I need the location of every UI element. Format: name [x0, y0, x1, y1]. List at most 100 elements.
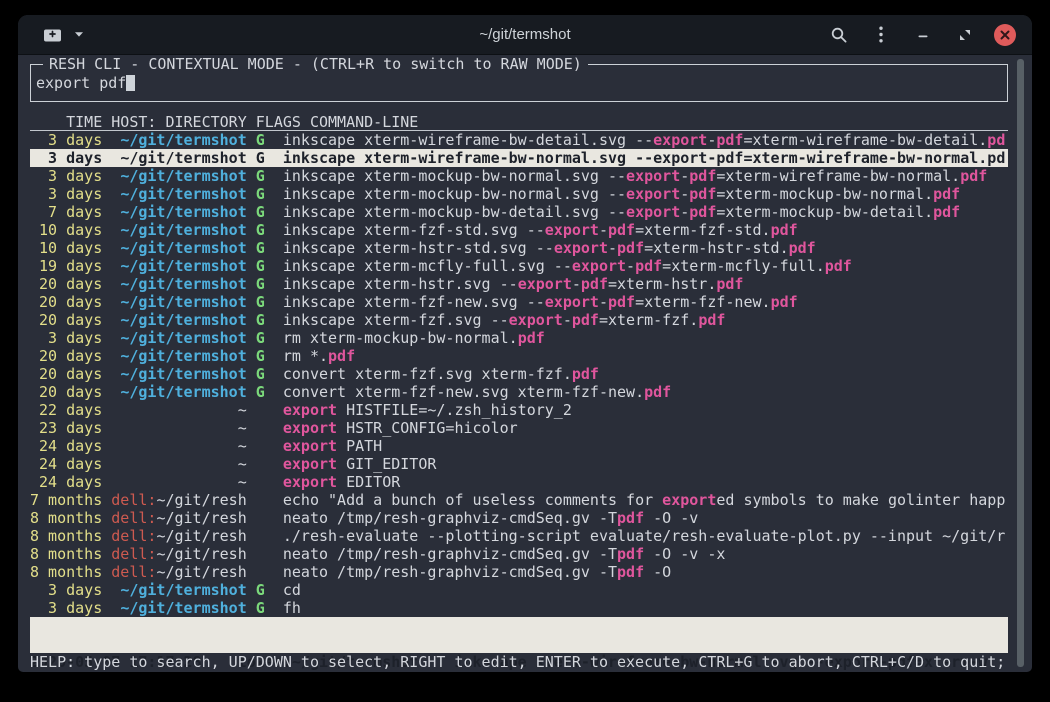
history-row[interactable]: 22 days ~ export HISTFILE=~/.zsh_history…	[30, 401, 1008, 419]
history-row[interactable]: 19 days ~/git/termshot G inkscape xterm-…	[30, 257, 1008, 275]
row-directory: ~/git/resh	[156, 527, 246, 545]
row-time: 20 days	[30, 347, 102, 365]
row-time: 20 days	[30, 311, 102, 329]
restore-button[interactable]	[952, 21, 978, 49]
search-match: pdf	[572, 311, 599, 329]
history-row[interactable]: 8 months dell:~/git/resh neato /tmp/resh…	[30, 545, 1008, 563]
history-row[interactable]: 20 days ~/git/termshot G inkscape xterm-…	[30, 293, 1008, 311]
row-git-flag: G	[256, 311, 265, 329]
history-row[interactable]: 8 months dell:~/git/resh neato /tmp/resh…	[30, 509, 1008, 527]
search-match: pdf	[328, 347, 355, 365]
row-command: neato /tmp/resh-graphviz-cmdSeq.gv -Tpdf…	[283, 563, 671, 581]
row-directory: ~	[238, 419, 247, 437]
history-row[interactable]: 23 days ~ export HSTR_CONFIG=hicolor	[30, 419, 1008, 437]
row-directory: ~/git/termshot	[120, 275, 246, 293]
history-row[interactable]: 3 days ~/git/termshot G inkscape xterm-w…	[30, 131, 1008, 149]
row-git-flag: G	[256, 239, 265, 257]
row-directory: ~/git/termshot	[120, 149, 246, 167]
row-git-flag: G	[256, 365, 265, 383]
row-command: echo "Add a bunch of useless comments fo…	[283, 491, 1005, 509]
row-command: rm *.pdf	[283, 347, 355, 365]
search-match: pdf	[689, 185, 716, 203]
row-command: export EDITOR	[283, 473, 400, 491]
history-row[interactable]: 24 days ~ export GIT_EDITOR	[30, 455, 1008, 473]
history-row[interactable]: 10 days ~/git/termshot G inkscape xterm-…	[30, 221, 1008, 239]
search-match: pdf	[617, 239, 644, 257]
history-row[interactable]: 3 days ~/git/termshot G cd	[30, 581, 1008, 599]
history-row[interactable]: 3 days ~/git/termshot G rm xterm-mockup-…	[30, 329, 1008, 347]
search-match: pdf	[608, 293, 635, 311]
row-git-flag	[256, 437, 265, 455]
search-match: pdf	[608, 221, 635, 239]
history-row[interactable]: 3 days ~/git/termshot G inkscape xterm-m…	[30, 185, 1008, 203]
close-button[interactable]	[994, 24, 1016, 46]
scrollbar[interactable]	[1017, 59, 1024, 667]
row-git-flag	[256, 509, 265, 527]
search-match: pdf	[716, 131, 743, 149]
history-row[interactable]: 8 months dell:~/git/resh neato /tmp/resh…	[30, 563, 1008, 581]
row-git-flag: G	[256, 293, 265, 311]
row-git-flag	[256, 419, 265, 437]
new-tab-dropdown-button[interactable]	[66, 21, 92, 49]
row-time: 20 days	[30, 365, 102, 383]
history-row[interactable]: 8 months dell:~/git/resh ./resh-evaluate…	[30, 527, 1008, 545]
history-row[interactable]: 7 days ~/git/termshot G inkscape xterm-m…	[30, 203, 1008, 221]
row-directory: ~	[238, 473, 247, 491]
row-git-flag: G	[256, 185, 265, 203]
chevron-down-icon	[74, 31, 84, 38]
row-git-flag	[256, 527, 265, 545]
row-directory: ~/git/termshot	[120, 347, 246, 365]
row-command: inkscape xterm-mockup-bw-normal.svg --ex…	[283, 167, 987, 185]
history-row[interactable]: 20 days ~/git/termshot G inkscape xterm-…	[30, 275, 1008, 293]
history-row[interactable]: 20 days ~/git/termshot G rm *.pdf	[30, 347, 1008, 365]
history-row[interactable]: 20 days ~/git/termshot G inkscape xterm-…	[30, 311, 1008, 329]
history-row[interactable]: 10 days ~/git/termshot G inkscape xterm-…	[30, 239, 1008, 257]
search-match: pdf	[689, 203, 716, 221]
row-directory: ~	[238, 455, 247, 473]
search-match: pdf	[689, 167, 716, 185]
row-time: 3 days	[30, 599, 102, 617]
row-host: dell:	[111, 491, 156, 509]
row-directory: ~/git/termshot	[120, 221, 246, 239]
row-time: 3 days	[30, 131, 102, 149]
row-time: 3 days	[30, 167, 102, 185]
row-directory: ~/git/termshot	[120, 185, 246, 203]
new-tab-button[interactable]	[40, 21, 66, 49]
history-list: 3 days ~/git/termshot G inkscape xterm-w…	[30, 131, 1008, 617]
history-row[interactable]: 20 days ~/git/termshot G convert xterm-f…	[30, 365, 1008, 383]
history-row[interactable]: 24 days ~ export PATH	[30, 437, 1008, 455]
row-time: 8 months	[30, 563, 102, 581]
search-match: export	[283, 437, 337, 455]
row-directory: ~	[238, 437, 247, 455]
row-directory: ~	[238, 401, 247, 419]
row-time: 20 days	[30, 293, 102, 311]
row-command: neato /tmp/resh-graphviz-cmdSeq.gv -Tpdf…	[283, 509, 698, 527]
row-time: 22 days	[30, 401, 102, 419]
search-match: export	[554, 239, 608, 257]
menu-button[interactable]	[868, 21, 894, 49]
search-match: pdf	[617, 509, 644, 527]
history-row[interactable]: 20 days ~/git/termshot G convert xterm-f…	[30, 383, 1008, 401]
search-match: export	[283, 401, 337, 419]
history-row[interactable]: 24 days ~ export EDITOR	[30, 473, 1008, 491]
minimize-button[interactable]	[910, 21, 936, 49]
search-input[interactable]: export pdf	[36, 74, 135, 92]
search-match: pdf	[933, 203, 960, 221]
row-git-flag: G	[256, 167, 265, 185]
row-git-flag: G	[256, 257, 265, 275]
row-time: 3 days	[30, 185, 102, 203]
history-row[interactable]: 7 months dell:~/git/resh echo "Add a bun…	[30, 491, 1008, 509]
row-command: neato /tmp/resh-graphviz-cmdSeq.gv -Tpdf…	[283, 545, 726, 563]
search-button[interactable]	[826, 21, 852, 49]
terminal-content: RESH CLI - CONTEXTUAL MODE - (CTRL+R to …	[18, 56, 1032, 672]
row-git-flag: G	[256, 581, 265, 599]
row-time: 19 days	[30, 257, 102, 275]
history-row[interactable]: 3 days ~/git/termshot G fh	[30, 599, 1008, 617]
history-row[interactable]: 3 days ~/git/termshot G inkscape xterm-m…	[30, 167, 1008, 185]
search-match: export	[518, 275, 572, 293]
history-row-selected[interactable]: 3 days ~/git/termshot G inkscape xterm-w…	[30, 149, 1008, 167]
row-host: dell:	[111, 563, 156, 581]
search-match: pdf	[789, 239, 816, 257]
row-directory: ~/git/resh	[156, 509, 246, 527]
row-git-flag	[256, 563, 265, 581]
